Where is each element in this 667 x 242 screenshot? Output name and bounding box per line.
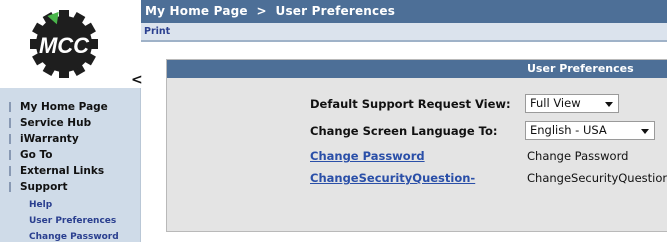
sidebar-item-go-to[interactable]: Go To [0, 147, 141, 163]
bullet-icon [9, 102, 11, 112]
bullet-icon [9, 118, 11, 128]
mcc-logo[interactable]: MCC [0, 0, 120, 86]
print-link[interactable]: Print [144, 23, 170, 41]
sidebar-item-label: Go To [20, 149, 53, 161]
panel-header: User Preferences [167, 60, 667, 78]
sidebar-item-label: Support [20, 181, 68, 193]
sidebar-item-service-hub[interactable]: Service Hub [0, 115, 141, 131]
header-bar: My Home Page > User Preferences [141, 0, 667, 23]
sidebar-item-label: Service Hub [20, 117, 92, 129]
default-view-select[interactable]: Full View [525, 94, 619, 113]
sidebar-item-label: External Links [20, 165, 105, 177]
language-select[interactable]: English - USA [525, 121, 655, 140]
panel-title: User Preferences [527, 62, 634, 75]
language-value: English - USA [530, 123, 607, 137]
user-preferences-panel: User Preferences Default Support Request… [166, 59, 667, 232]
logo-text: MCC [39, 33, 90, 58]
bullet-icon [9, 166, 11, 176]
sidebar-item-external-links[interactable]: External Links [0, 163, 141, 179]
change-security-question-value: ChangeSecurityQuestion- [527, 171, 667, 185]
sidebar-item-label: My Home Page [20, 101, 108, 113]
sidebar: My Home Page Service Hub iWarranty Go To… [0, 88, 141, 242]
sidebar-item-support[interactable]: Support [0, 179, 141, 195]
bullet-icon [9, 134, 11, 144]
sidebar-item-my-home-page[interactable]: My Home Page [0, 99, 141, 115]
bullet-icon [9, 150, 11, 160]
change-password-link[interactable]: Change Password [310, 149, 425, 163]
default-view-label: Default Support Request View: [310, 97, 511, 111]
sidebar-subitem-help[interactable]: Help [29, 199, 52, 211]
sidebar-item-iwarranty[interactable]: iWarranty [0, 131, 141, 147]
sidebar-item-label: iWarranty [20, 133, 79, 145]
chevron-down-icon [641, 129, 649, 134]
bullet-icon [9, 182, 11, 192]
sidebar-subitem-user-preferences[interactable]: User Preferences [29, 215, 116, 227]
language-label: Change Screen Language To: [310, 124, 498, 138]
default-view-value: Full View [530, 96, 581, 110]
collapse-sidebar-icon[interactable]: < [131, 73, 143, 87]
change-security-question-link[interactable]: ChangeSecurityQuestion- [310, 171, 475, 185]
sidebar-subitem-change-password[interactable]: Change Password [29, 231, 119, 242]
change-password-value: Change Password [527, 149, 629, 163]
breadcrumb: My Home Page > User Preferences [145, 4, 396, 18]
toolbar: Print [141, 23, 667, 42]
logo-area: MCC < [0, 0, 143, 87]
chevron-down-icon [605, 102, 613, 107]
